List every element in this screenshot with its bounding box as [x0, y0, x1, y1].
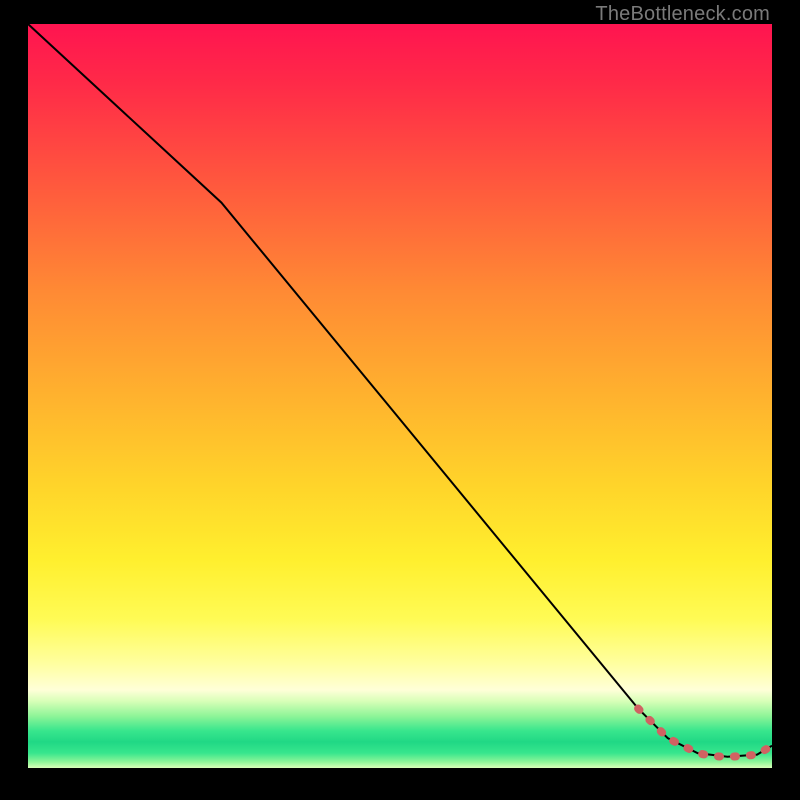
- chart-frame: TheBottleneck.com: [0, 0, 800, 800]
- watermark-text: TheBottleneck.com: [595, 3, 770, 26]
- bottleneck-curve-dots: [638, 709, 772, 757]
- curve-svg: [28, 24, 772, 768]
- bottleneck-curve-line: [28, 24, 772, 757]
- plot-area: [28, 24, 772, 768]
